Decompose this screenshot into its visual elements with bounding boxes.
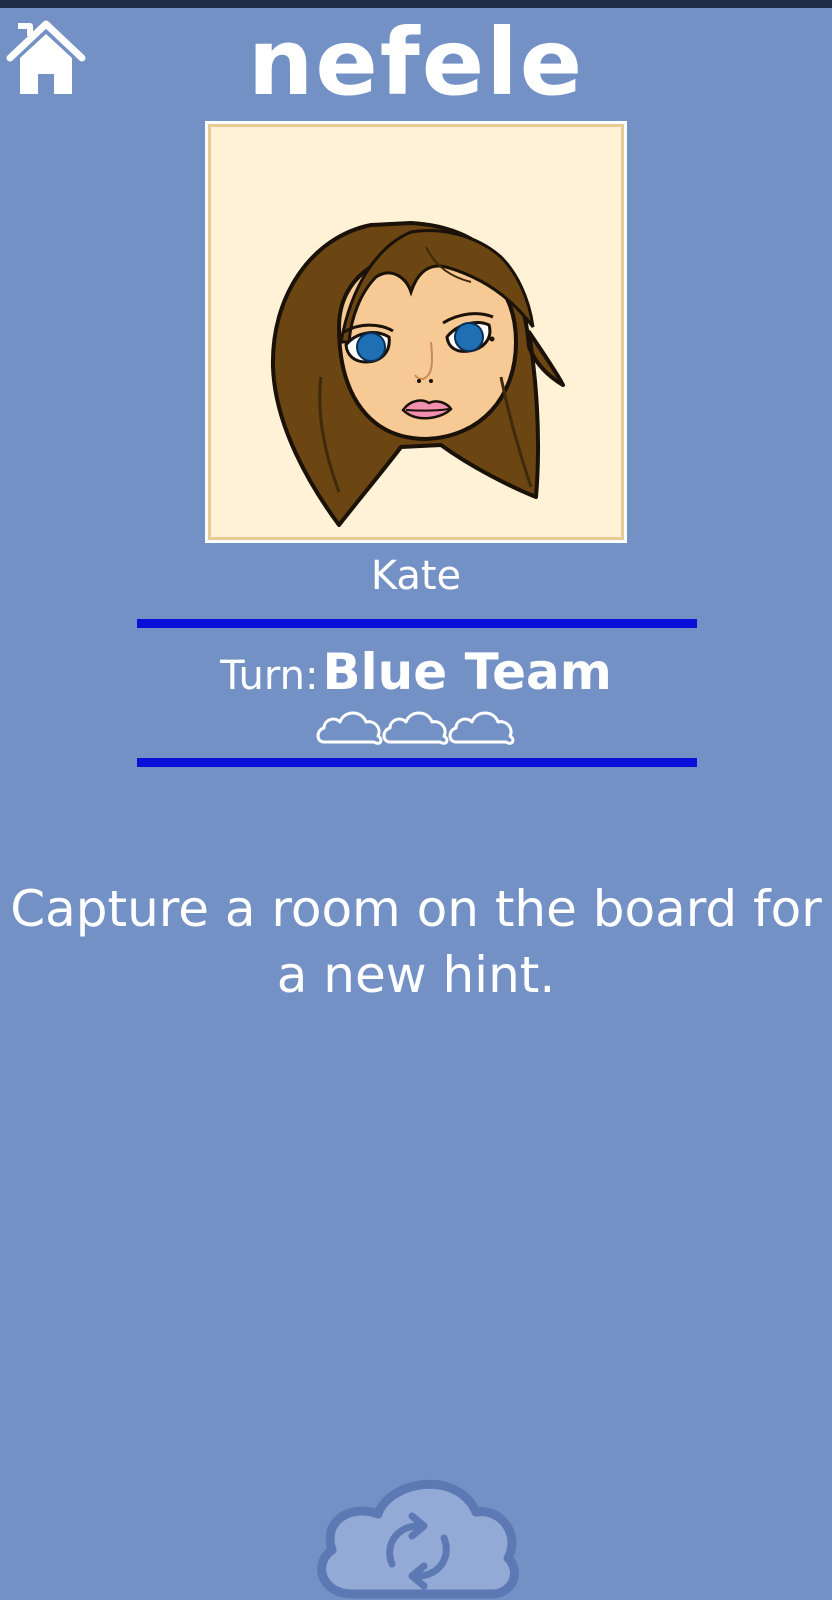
cloud-refresh-icon	[317, 1479, 519, 1599]
avatar	[270, 221, 565, 527]
player-name: Kate	[370, 553, 462, 599]
cloud-icon	[446, 702, 518, 750]
refresh-button[interactable]	[308, 1460, 524, 1600]
cloud-icon	[380, 702, 452, 750]
app-title: nefele	[247, 9, 585, 116]
divider-bottom	[137, 758, 697, 767]
turn-label: Turn:	[220, 653, 319, 699]
turn-team: Blue Team	[322, 643, 612, 701]
cloud-icon	[314, 702, 386, 750]
hint-message: Capture a room on the board for a new hi…	[10, 880, 822, 1004]
cloud-tokens	[0, 702, 832, 750]
status-bar	[0, 0, 832, 8]
divider-top	[137, 619, 697, 628]
player-portrait	[205, 121, 627, 543]
